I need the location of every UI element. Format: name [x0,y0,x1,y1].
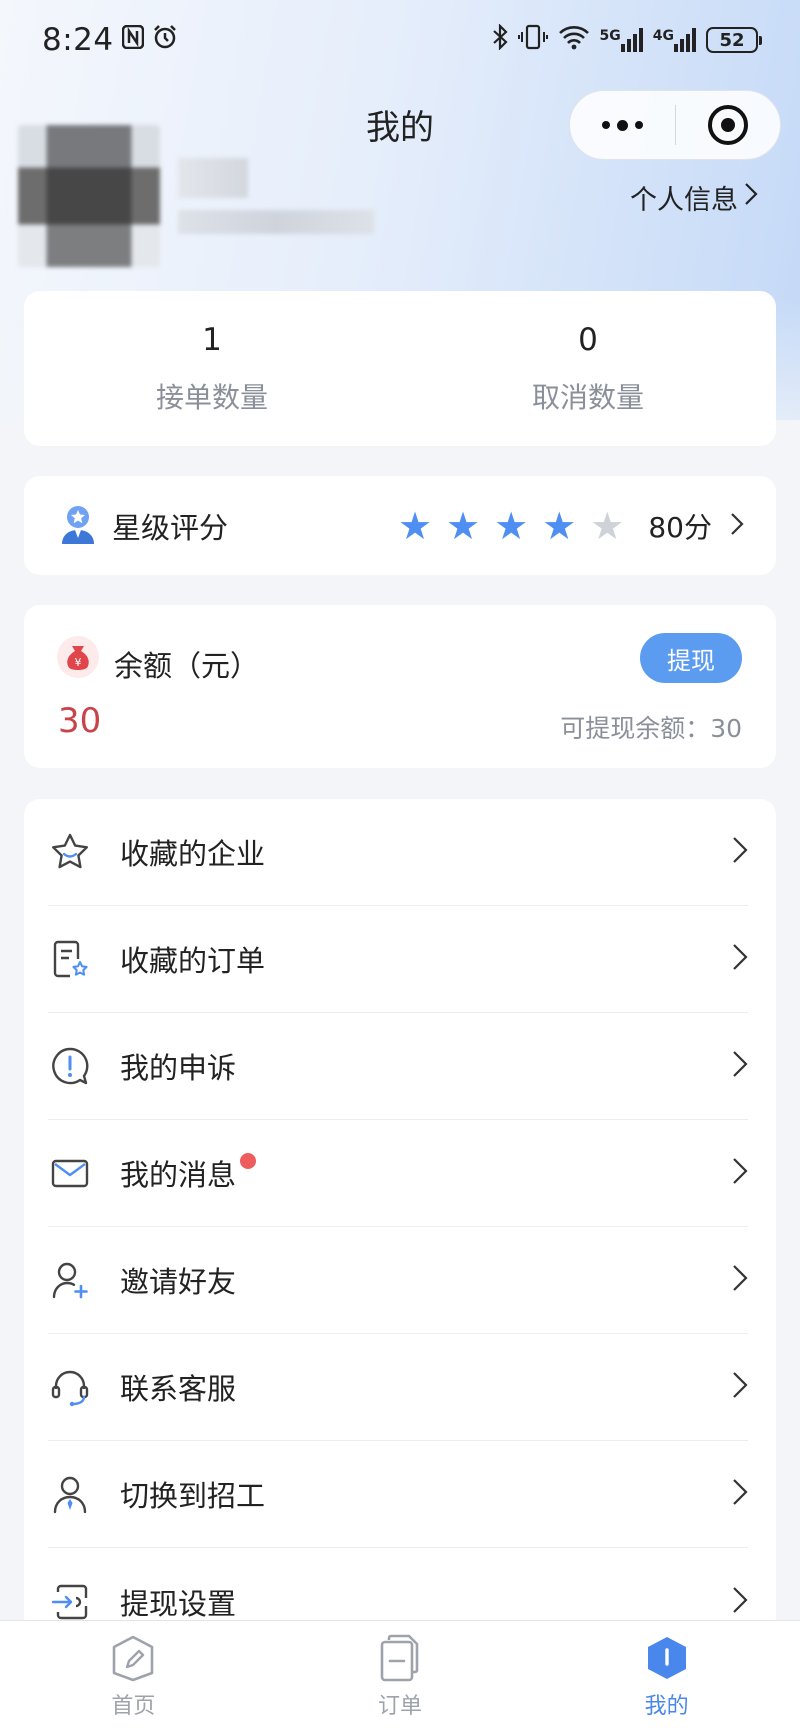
username-redacted [178,158,248,198]
close-miniprogram-button[interactable] [676,91,781,159]
more-dot-icon [601,121,610,129]
personal-info-label: 个人信息 [630,185,738,216]
stats-card: 1 接单数量 0 取消数量 [24,291,776,446]
balance-title: 余额（元） [114,649,260,683]
menu-item-my-messages[interactable]: 我的消息 [48,1120,748,1227]
alert-bubble-icon [48,1044,92,1088]
chevron-right-icon [744,182,758,213]
menu-item-my-appeals[interactable]: 我的申诉 [48,1013,748,1120]
bluetooth-icon [492,23,508,56]
status-time: 8:24 [42,22,114,58]
chevron-right-icon [732,1585,748,1619]
person-add-icon [48,1258,92,1302]
menu-item-label: 收藏的企业 [120,837,266,871]
menu-item-label: 提现设置 [120,1586,237,1621]
stat-label: 取消数量 [531,380,644,414]
chevron-right-icon [730,511,744,541]
network-5g-label: 5G [599,28,621,44]
star-empty-icon: ★ [590,503,625,548]
star-outline-icon [48,830,92,874]
menu-list: 收藏的企业 收藏的订单 我的申诉 我的消息 邀请好友 联系客服 切换到招工 提现… [24,799,776,1659]
star-filled-icon: ★ [446,503,481,548]
profile-tab-icon [644,1634,690,1686]
tab-label: 订单 [378,1694,423,1719]
tab-profile[interactable]: 我的 [533,1621,800,1733]
withdrawable-balance: 可提现余额：30 [560,714,742,743]
more-options-button[interactable] [570,91,675,159]
stat-accepted-orders[interactable]: 1 接单数量 [24,291,400,446]
transfer-icon [48,1580,92,1624]
menu-item-contact-support[interactable]: 联系客服 [48,1334,748,1441]
chevron-right-icon [732,1156,748,1190]
tab-orders[interactable]: 订单 [267,1621,534,1733]
star-filled-icon: ★ [494,503,529,548]
tab-home[interactable]: 首页 [0,1621,267,1733]
documents-icon [377,1634,423,1686]
miniprogram-capsule [569,90,781,160]
rating-score: 80分 [648,510,712,544]
menu-item-label: 收藏的订单 [120,944,266,978]
menu-item-label: 切换到招工 [120,1479,266,1513]
menu-item-favorite-companies[interactable]: 收藏的企业 [48,799,748,906]
rating-stars: ★ ★ ★ ★ ★ [398,507,624,545]
envelope-icon [48,1151,92,1195]
signal-4g-icon [674,28,696,52]
medal-person-icon [58,503,98,549]
menu-item-label: 我的申诉 [120,1051,237,1085]
rating-title: 星级评分 [112,510,229,545]
menu-item-favorite-orders[interactable]: 收藏的订单 [48,906,748,1013]
headset-icon [48,1365,92,1409]
menu-item-switch-to-recruiter[interactable]: 切换到招工 [48,1441,748,1548]
stat-cancelled-orders[interactable]: 0 取消数量 [400,291,776,446]
battery-icon: 52 [706,27,762,53]
network-4g-label: 4G [652,28,674,44]
stat-label: 接单数量 [155,380,268,414]
wifi-icon [558,24,590,56]
more-dot-icon [616,119,628,131]
signal-5g-icon [620,28,643,52]
chevron-right-icon [732,942,748,976]
battery-level: 52 [719,29,745,51]
vibrate-icon [517,24,548,56]
chevron-right-icon [732,1477,748,1511]
status-bar: 8:24 5G 4G 52 [0,0,800,80]
svg-text:¥: ¥ [75,656,82,669]
person-switch-icon [48,1472,92,1516]
chevron-right-icon [732,1263,748,1297]
balance-amount: 30 [58,701,102,741]
personal-info-link[interactable]: 个人信息 [630,178,758,217]
document-star-icon [48,937,92,981]
more-dot-icon [634,121,643,129]
star-filled-icon: ★ [542,503,577,548]
menu-item-label: 邀请好友 [120,1265,237,1299]
unread-badge [240,1153,257,1169]
avatar[interactable] [18,125,160,267]
menu-item-label: 我的消息 [120,1158,237,1192]
stat-value: 0 [578,321,598,358]
user-id-redacted [178,210,374,234]
menu-item-invite-friends[interactable]: 邀请好友 [48,1227,748,1334]
money-bag-icon: ¥ [56,635,100,683]
alarm-icon [152,24,178,57]
star-rating-row[interactable]: 星级评分 ★ ★ ★ ★ ★ 80分 [24,476,776,575]
stat-value: 1 [202,321,222,358]
balance-card: ¥ 余额（元） 提现 30 可提现余额：30 [24,605,776,768]
menu-item-label: 联系客服 [120,1372,237,1406]
tab-label: 我的 [644,1694,689,1719]
target-icon [707,105,748,145]
nfc-icon [121,24,144,56]
withdraw-button[interactable]: 提现 [640,633,742,683]
chevron-right-icon [732,1370,748,1404]
tab-label: 首页 [111,1694,156,1719]
chevron-right-icon [732,835,748,869]
bottom-tab-bar: 首页 订单 我的 [0,1620,800,1733]
star-filled-icon: ★ [397,503,433,548]
chevron-right-icon [732,1049,748,1083]
pencil-square-icon [110,1634,156,1686]
